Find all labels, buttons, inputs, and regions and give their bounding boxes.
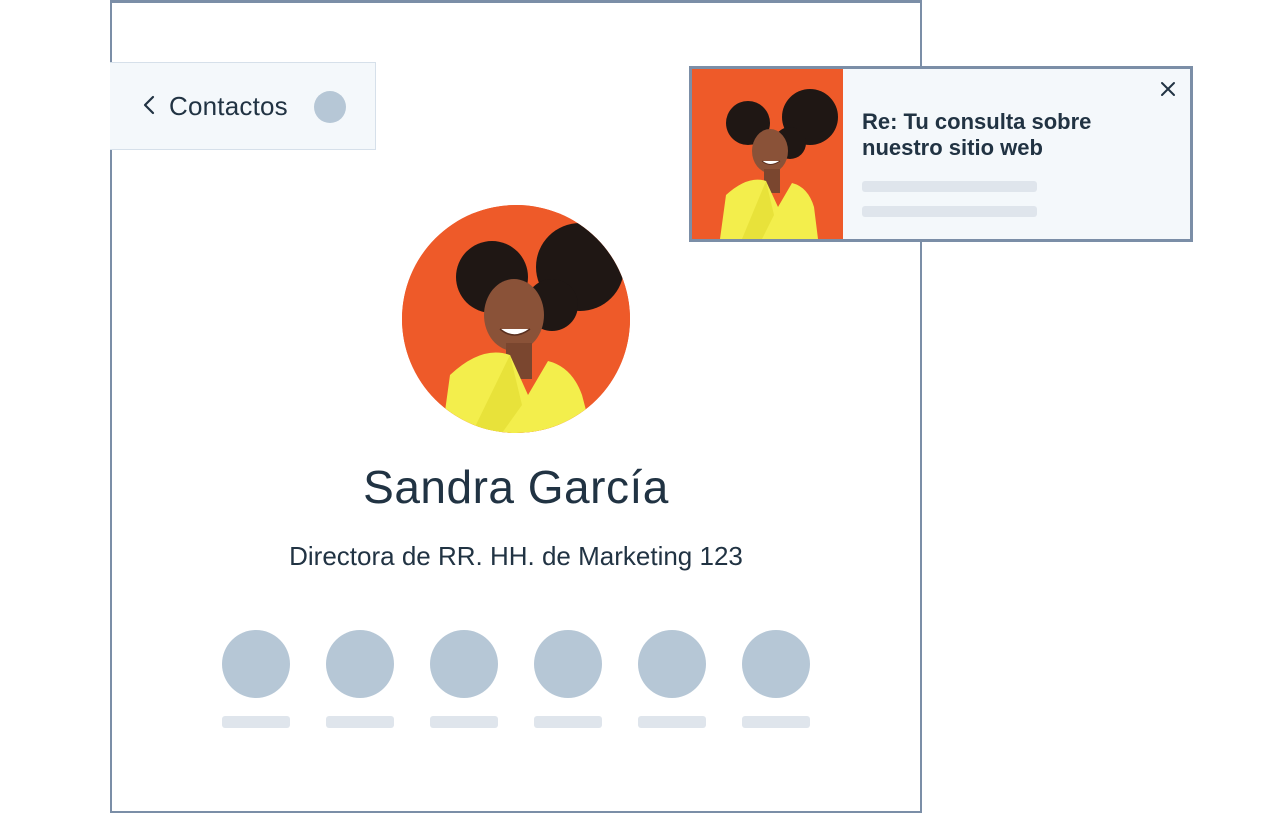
action-label-placeholder bbox=[742, 716, 810, 728]
action-placeholder-icon bbox=[638, 630, 706, 698]
contact-action-5[interactable] bbox=[638, 630, 706, 730]
notification-subject: Re: Tu consulta sobre nuestro sitio web bbox=[862, 109, 1092, 160]
action-placeholder-icon bbox=[534, 630, 602, 698]
contact-job-title: Directora de RR. HH. de Marketing 123 bbox=[289, 541, 743, 571]
action-placeholder-icon bbox=[222, 630, 290, 698]
sender-photo bbox=[692, 69, 843, 239]
contact-action-2[interactable] bbox=[326, 630, 394, 730]
notification-preview-placeholder bbox=[862, 206, 1037, 217]
close-notification-button[interactable] bbox=[1158, 79, 1178, 99]
contact-name: Sandra García bbox=[363, 461, 669, 513]
contact-avatar bbox=[402, 205, 630, 433]
back-link-label: Contactos bbox=[169, 91, 288, 121]
action-placeholder-icon bbox=[430, 630, 498, 698]
action-placeholder-icon bbox=[326, 630, 394, 698]
email-notification-toast[interactable]: Re: Tu consulta sobre nuestro sitio web bbox=[689, 66, 1193, 242]
contact-action-6[interactable] bbox=[742, 630, 810, 730]
contact-actions-row bbox=[222, 630, 810, 730]
contact-action-4[interactable] bbox=[534, 630, 602, 730]
close-icon bbox=[1161, 82, 1175, 96]
contact-action-3[interactable] bbox=[430, 630, 498, 730]
count-badge bbox=[314, 91, 346, 123]
action-placeholder-icon bbox=[742, 630, 810, 698]
action-label-placeholder bbox=[430, 716, 498, 728]
notification-preview-placeholder bbox=[862, 181, 1037, 192]
action-label-placeholder bbox=[638, 716, 706, 728]
action-label-placeholder bbox=[534, 716, 602, 728]
chevron-left-icon bbox=[142, 95, 156, 115]
action-label-placeholder bbox=[222, 716, 290, 728]
contact-action-1[interactable] bbox=[222, 630, 290, 730]
action-label-placeholder bbox=[326, 716, 394, 728]
back-to-contacts-link[interactable]: Contactos bbox=[110, 62, 376, 150]
